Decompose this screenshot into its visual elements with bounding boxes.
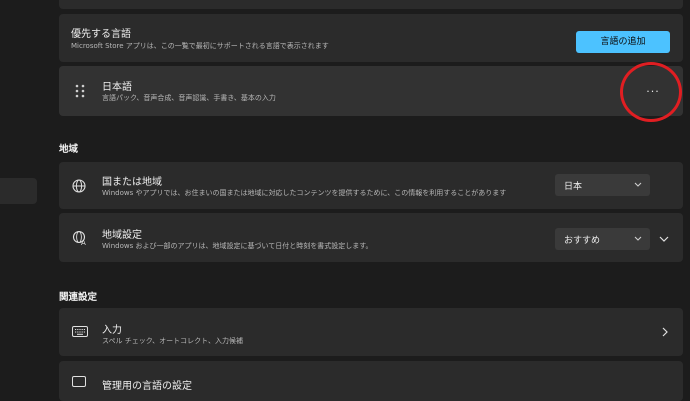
keyboard-icon bbox=[72, 326, 88, 337]
typing-title: 入力 bbox=[102, 325, 122, 336]
country-region-title: 国または地域 bbox=[102, 177, 162, 188]
chevron-down-icon bbox=[634, 236, 642, 241]
regional-format-description: Windows および一部のアプリは、地域設定に基づいて日付と時刻を書式設定しま… bbox=[102, 242, 373, 250]
drag-handle-icon[interactable] bbox=[75, 84, 85, 98]
administrative-language-card[interactable]: 管理用の言語の設定 bbox=[59, 361, 683, 401]
add-language-button[interactable]: 言語の追加 bbox=[576, 31, 670, 53]
country-region-description: Windows やアプリでは、お住まいの国または地域に対応したコンテンツを提供す… bbox=[102, 189, 507, 197]
typing-settings-card[interactable]: 入力 スペル チェック、オートコレクト、入力候補 bbox=[59, 308, 683, 356]
regional-format-title: 地域設定 bbox=[102, 230, 142, 241]
chevron-down-icon bbox=[634, 182, 642, 187]
highlight-circle bbox=[620, 62, 682, 122]
country-region-value: 日本 bbox=[564, 182, 583, 192]
admin-language-icon bbox=[72, 376, 86, 387]
language-item-japanese[interactable]: 日本語 言語パック、音声合成、音声認識、手書き、基本の入力 bbox=[59, 66, 683, 116]
typing-description: スペル チェック、オートコレクト、入力候補 bbox=[102, 337, 243, 345]
language-name: 日本語 bbox=[102, 82, 132, 93]
administrative-language-title: 管理用の言語の設定 bbox=[102, 381, 192, 392]
preferred-languages-card: 優先する言語 Microsoft Store アプリは、この一覧で最初にサポート… bbox=[59, 14, 683, 62]
regional-format-icon: A bbox=[72, 230, 86, 246]
top-card-partial bbox=[59, 0, 683, 9]
preferred-languages-title: 優先する言語 bbox=[71, 29, 131, 40]
sidebar-selected-item[interactable] bbox=[0, 178, 37, 204]
chevron-right-icon bbox=[662, 327, 668, 337]
svg-text:A: A bbox=[81, 239, 86, 246]
preferred-languages-description: Microsoft Store アプリは、この一覧で最初にサポートされる言語で表… bbox=[71, 42, 329, 50]
country-region-card: 国または地域 Windows やアプリでは、お住まいの国または地域に対応したコン… bbox=[59, 162, 683, 209]
related-settings-heading: 関連設定 bbox=[59, 292, 98, 303]
language-features: 言語パック、音声合成、音声認識、手書き、基本の入力 bbox=[102, 94, 276, 102]
regional-format-card[interactable]: A 地域設定 Windows および一部のアプリは、地域設定に基づいて日付と時刻… bbox=[59, 213, 683, 262]
regional-format-value: おすすめ bbox=[564, 236, 601, 246]
globe-icon bbox=[72, 179, 86, 193]
country-region-dropdown[interactable]: 日本 bbox=[555, 174, 650, 196]
expand-chevron-icon[interactable] bbox=[659, 234, 669, 244]
region-section-heading: 地域 bbox=[59, 144, 79, 155]
regional-format-dropdown[interactable]: おすすめ bbox=[555, 228, 650, 250]
